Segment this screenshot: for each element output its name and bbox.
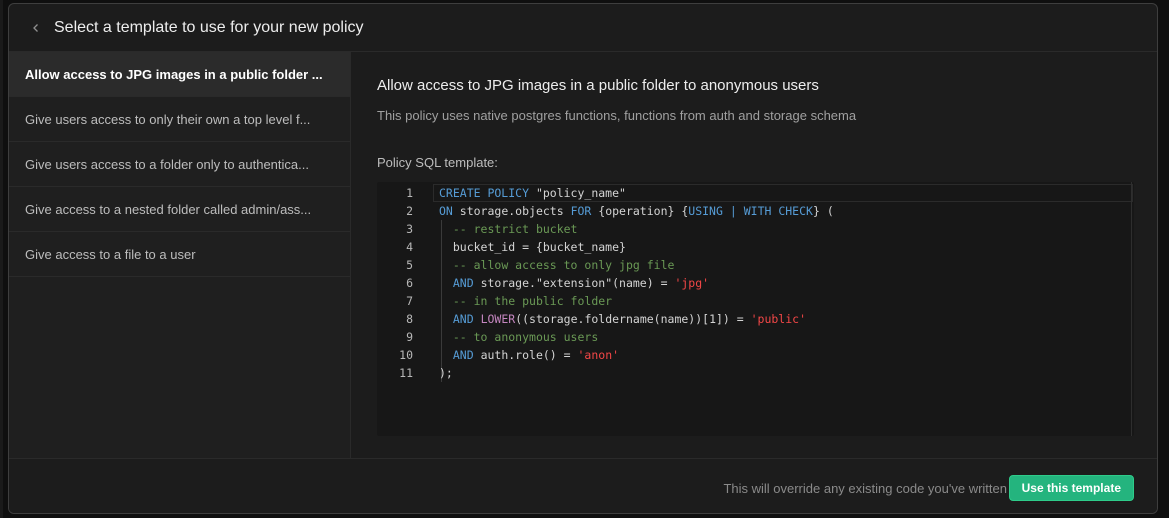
chevron-left-icon[interactable] [26, 18, 46, 38]
template-description: This policy uses native postgres functio… [377, 108, 857, 123]
code-token: storage."extension"(name) = [473, 276, 675, 290]
code-token: AND [452, 276, 474, 290]
template-item-label: Give access to a nested folder called ad… [25, 201, 312, 217]
code-text: -- restrict bucket [439, 222, 578, 236]
code-line: 1 CREATE POLICY "policy_name" [377, 184, 1134, 202]
code-line: 10 AND auth.role() = 'anon' [377, 346, 1134, 364]
code-text: ON storage.objects FOR {operation} {USIN… [439, 204, 834, 218]
line-number: 11 [399, 366, 413, 380]
code-token: | [729, 204, 737, 218]
code-text: -- in the public folder [439, 294, 612, 308]
code-line: 7 -- in the public folder [377, 292, 1134, 310]
code-token: ); [439, 366, 453, 380]
code-text: AND LOWER((storage.foldername(name))[1])… [439, 312, 806, 326]
line-number: 5 [406, 258, 413, 272]
template-detail: Allow access to JPG images in a public f… [352, 52, 1157, 458]
code-line: 11); [377, 364, 1134, 382]
code-token: -- restrict bucket [452, 222, 578, 236]
template-item-label: Give users access to a folder only to au… [25, 156, 309, 172]
code-token: 'public' [750, 312, 806, 326]
code-text: -- allow access to only jpg file [439, 258, 675, 272]
code-line: 5 -- allow access to only jpg file [377, 256, 1134, 274]
code-token: -- to anonymous users [452, 330, 599, 344]
code-token: storage.objects [452, 204, 571, 218]
code-line: 8 AND LOWER((storage.foldername(name))[1… [377, 310, 1134, 328]
line-number: 8 [406, 312, 413, 326]
template-item[interactable]: Allow access to JPG images in a public f… [9, 52, 350, 97]
code-text: AND storage."extension"(name) = 'jpg' [439, 276, 709, 290]
code-token: AND [452, 312, 474, 326]
line-number: 9 [406, 330, 413, 344]
code-text: -- to anonymous users [439, 330, 598, 344]
code-token: USING [688, 204, 723, 218]
code-token: FOR [570, 204, 592, 218]
code-text: ); [439, 366, 453, 380]
code-token: ON [439, 204, 453, 218]
template-item[interactable]: Give access to a file to a user [9, 232, 350, 277]
code-token: -- in the public folder [452, 294, 613, 308]
line-number: 7 [406, 294, 413, 308]
code-text: bucket_id = {bucket_name} [439, 240, 626, 254]
template-list: Allow access to JPG images in a public f… [9, 52, 351, 458]
template-item-label: Give access to a file to a user [25, 246, 196, 262]
code-token: AND [452, 348, 474, 362]
template-item[interactable]: Give users access to only their own a to… [9, 97, 350, 142]
template-item[interactable]: Give access to a nested folder called ad… [9, 187, 350, 232]
line-number: 1 [406, 186, 413, 200]
code-line: 3 -- restrict bucket [377, 220, 1134, 238]
code-token: WITH CHECK [743, 204, 813, 218]
template-modal: Select a template to use for your new po… [8, 3, 1158, 514]
line-number: 2 [406, 204, 413, 218]
code-line: 6 AND storage."extension"(name) = 'jpg' [377, 274, 1134, 292]
line-number: 6 [406, 276, 413, 290]
code-token: "policy_name" [529, 186, 626, 200]
code-token: auth.role() = [473, 348, 578, 362]
code-token: ((storage.foldername(name))[1]) = [515, 312, 751, 326]
modal-title: Select a template to use for your new po… [54, 18, 364, 36]
template-item[interactable]: Give users access to a folder only to au… [9, 142, 350, 187]
code-token: } ( [812, 204, 834, 218]
line-number: 4 [406, 240, 413, 254]
code-text: AND auth.role() = 'anon' [439, 348, 619, 362]
code-token: 'jpg' [674, 276, 710, 290]
use-template-button[interactable]: Use this template [1008, 475, 1134, 501]
template-title: Allow access to JPG images in a public f… [377, 77, 819, 94]
modal-footer: This will override any existing code you… [9, 458, 1157, 513]
code-token: CREATE POLICY [439, 186, 530, 200]
code-text: CREATE POLICY "policy_name" [439, 186, 626, 200]
line-number: 3 [406, 222, 413, 236]
code-line: 2 ON storage.objects FOR {operation} {USI… [377, 202, 1134, 220]
background-edge [0, 0, 3, 518]
code-token: {operation} { [591, 204, 689, 218]
code-line: 9 -- to anonymous users [377, 328, 1134, 346]
override-warning: This will override any existing code you… [723, 481, 1007, 496]
modal-header: Select a template to use for your new po… [9, 4, 1157, 52]
code-token: bucket_id = {bucket_name} [439, 240, 626, 254]
code-line: 4 bucket_id = {bucket_name} [377, 238, 1134, 256]
sql-template-label: Policy SQL template: [377, 155, 498, 170]
line-number: 10 [399, 348, 413, 362]
sql-code-editor[interactable]: 1 CREATE POLICY "policy_name" 2 ON storage.… [377, 182, 1134, 436]
code-token: -- allow access to only jpg file [452, 258, 675, 272]
code-token: 'anon' [577, 348, 620, 362]
template-item-label: Give users access to only their own a to… [25, 111, 311, 127]
template-item-label: Allow access to JPG images in a public f… [25, 66, 323, 82]
code-token: LOWER [480, 312, 516, 326]
